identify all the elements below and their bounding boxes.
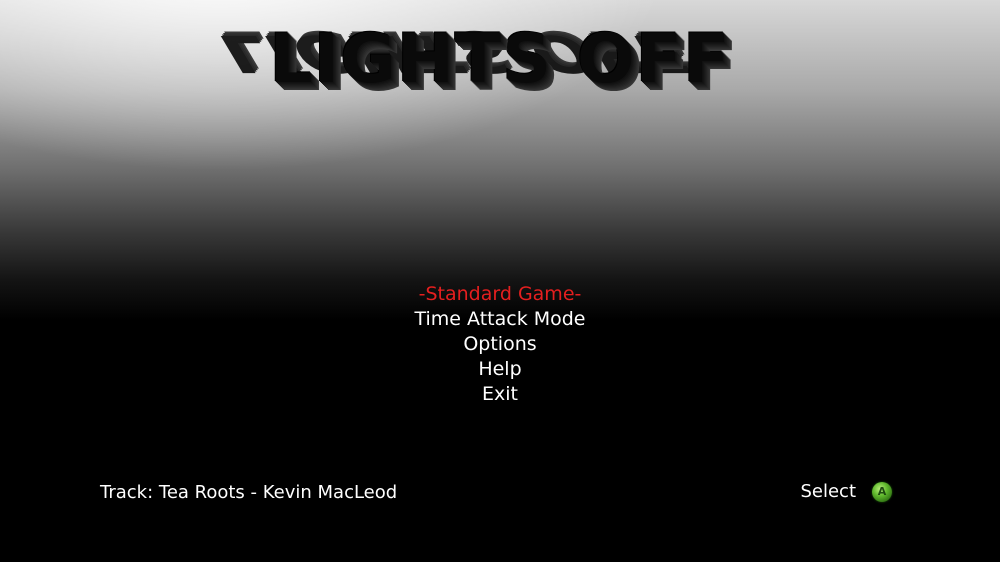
- menu-item-standard-game[interactable]: -Standard Game-: [0, 282, 1000, 307]
- game-screen: LIGHTS OFF LIGHTS OFF -Standard Game- Ti…: [0, 0, 1000, 562]
- menu-item-options[interactable]: Options: [0, 332, 1000, 357]
- menu-item-time-attack-mode[interactable]: Time Attack Mode: [0, 307, 1000, 332]
- menu-item-exit[interactable]: Exit: [0, 382, 1000, 407]
- game-title: LIGHTS OFF: [269, 20, 731, 99]
- now-playing-track: Track: Tea Roots - Kevin MacLeod: [100, 482, 398, 503]
- game-title-logo: LIGHTS OFF LIGHTS OFF: [0, 18, 1000, 148]
- select-hint: Select A: [800, 481, 892, 502]
- main-menu: -Standard Game- Time Attack Mode Options…: [0, 282, 1000, 407]
- a-button-icon: A: [872, 481, 892, 502]
- select-label: Select: [800, 481, 856, 502]
- menu-item-help[interactable]: Help: [0, 357, 1000, 382]
